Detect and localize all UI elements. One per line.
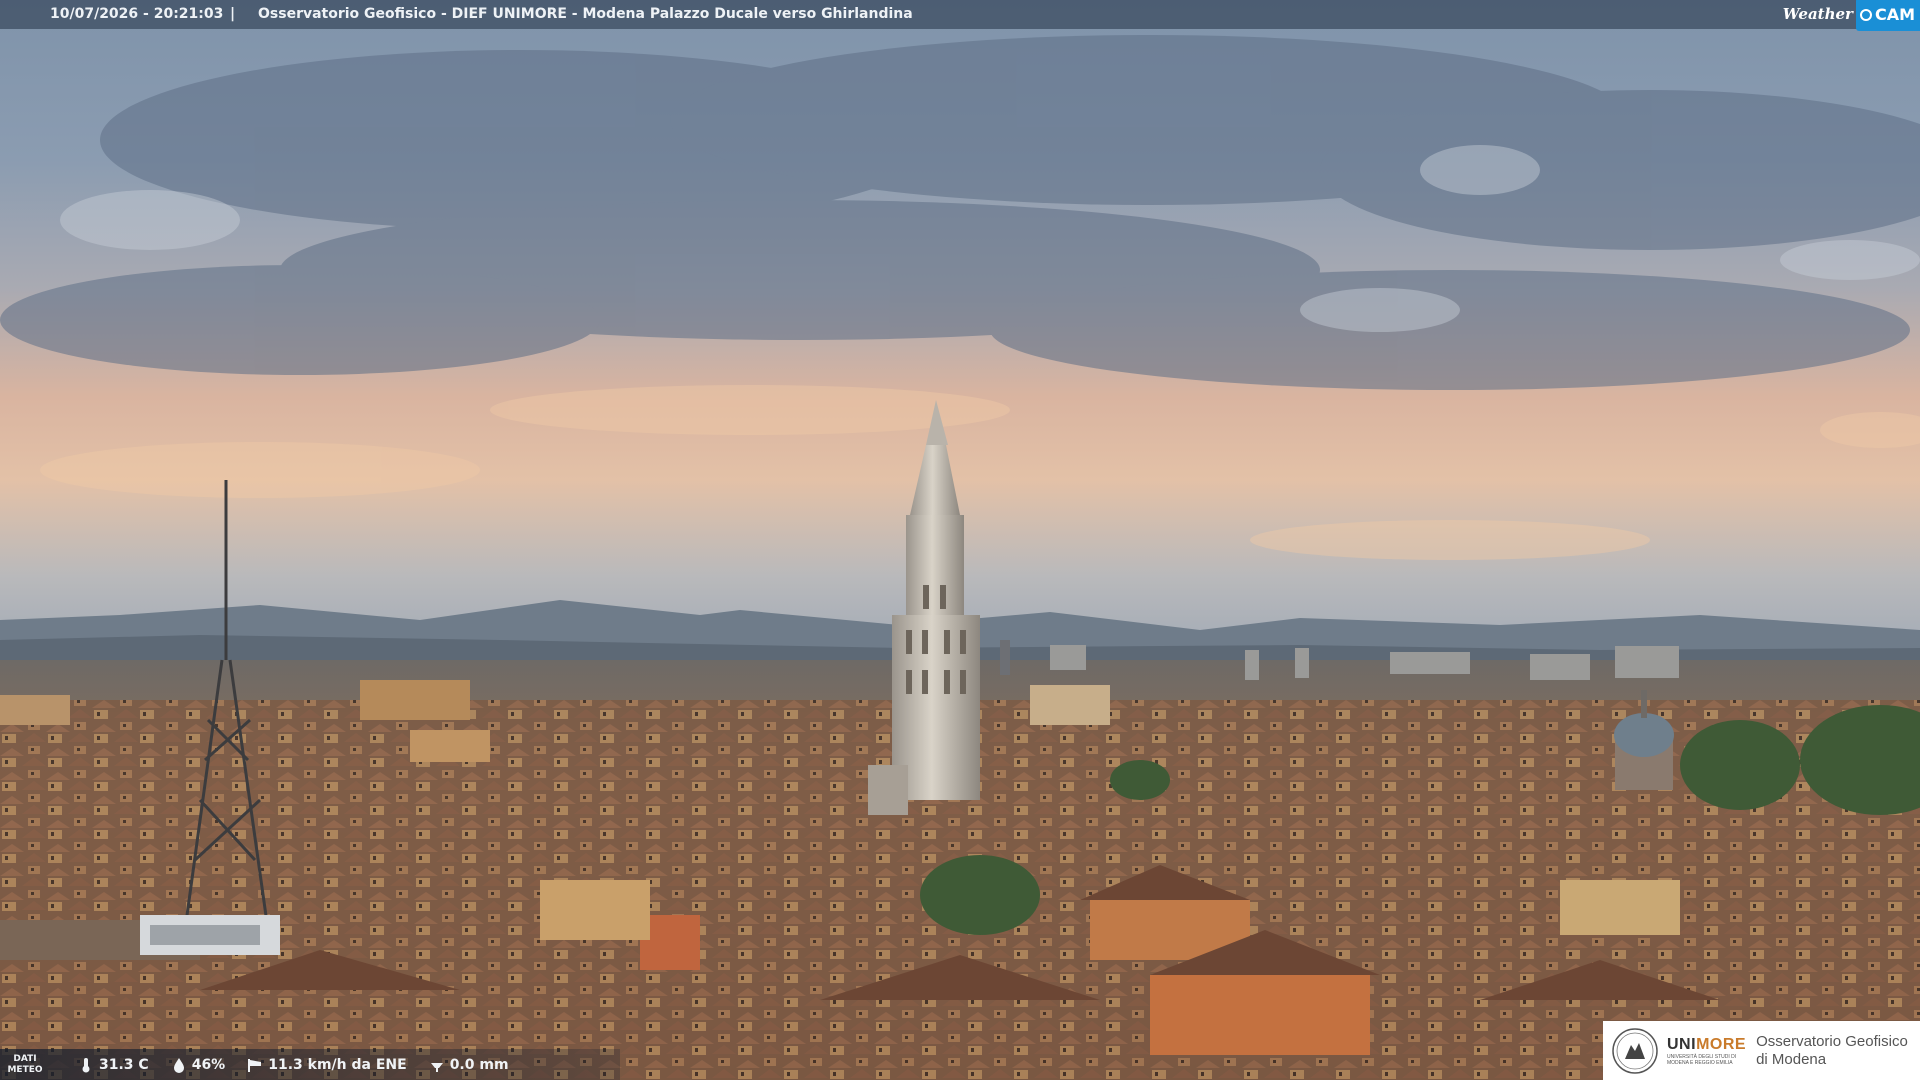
temperature-value: 31.3 C bbox=[99, 1056, 149, 1073]
humidity-value: 46% bbox=[191, 1056, 226, 1073]
temperature-reading: 31.3 C bbox=[78, 1057, 149, 1073]
humidity-drop-icon bbox=[173, 1057, 184, 1073]
unimore-subtitle-line1: UNIVERSITÀ DEGLI STUDI DI bbox=[1667, 1053, 1737, 1060]
thermometer-icon bbox=[82, 1057, 90, 1072]
observatory-name: Osservatorio Geofisico di Modena bbox=[1756, 1033, 1908, 1069]
wind-reading: 11.3 km/h da ENE bbox=[247, 1056, 407, 1073]
rain-value: 0.0 mm bbox=[449, 1056, 509, 1073]
weathercam-logo: Weather CAM bbox=[1782, 0, 1920, 31]
camera-title: Osservatorio Geofisico - DIEF UNIMORE - … bbox=[258, 6, 913, 22]
university-seal-icon bbox=[1612, 1027, 1658, 1074]
unimore-name: UNIMORE bbox=[1667, 1036, 1746, 1054]
unimore-name-prefix: UNI bbox=[1667, 1035, 1697, 1053]
rain-gauge-icon bbox=[430, 1062, 443, 1072]
weathercam-logo-cam: CAM bbox=[1855, 0, 1920, 31]
camera-lens-icon bbox=[1859, 8, 1872, 21]
wind-sock-icon bbox=[248, 1058, 262, 1072]
timestamp: 10/07/2026 - 20:21:03 bbox=[50, 6, 224, 22]
unimore-wordmark: UNIMORE UNIVERSITÀ DEGLI STUDI DI MODENA… bbox=[1667, 1036, 1746, 1066]
humidity-reading: 46% bbox=[171, 1056, 226, 1073]
meteo-label-line2: METEO bbox=[7, 1064, 43, 1075]
unimore-subtitle-line2: MODENA E REGGIO EMILIA bbox=[1667, 1059, 1733, 1066]
header-separator: | bbox=[230, 6, 236, 22]
unimore-name-suffix: MORE bbox=[1696, 1035, 1747, 1053]
rain-reading: 0.0 mm bbox=[429, 1057, 509, 1073]
observatory-name-line2: di Modena bbox=[1756, 1050, 1827, 1068]
wind-value: 11.3 km/h da ENE bbox=[268, 1056, 407, 1073]
observatory-name-line1: Osservatorio Geofisico bbox=[1756, 1032, 1908, 1050]
header-bar: 10/07/2026 - 20:21:03 | Osservatorio Geo… bbox=[0, 0, 1920, 31]
weather-data-bar: DATI METEO 31.3 C 46% 11.3 km/h da ENE 0… bbox=[0, 1049, 620, 1080]
city-skyline-photo bbox=[0, 0, 1920, 1080]
unimore-logo-box: UNIMORE UNIVERSITÀ DEGLI STUDI DI MODENA… bbox=[1603, 1021, 1920, 1080]
weathercam-logo-cam-text: CAM bbox=[1874, 5, 1915, 24]
weathercam-logo-weather: Weather bbox=[1782, 5, 1853, 23]
meteo-label: DATI METEO bbox=[0, 1054, 50, 1076]
webcam-frame: 10/07/2026 - 20:21:03 | Osservatorio Geo… bbox=[0, 0, 1920, 1080]
meteo-label-line1: DATI bbox=[13, 1053, 37, 1064]
